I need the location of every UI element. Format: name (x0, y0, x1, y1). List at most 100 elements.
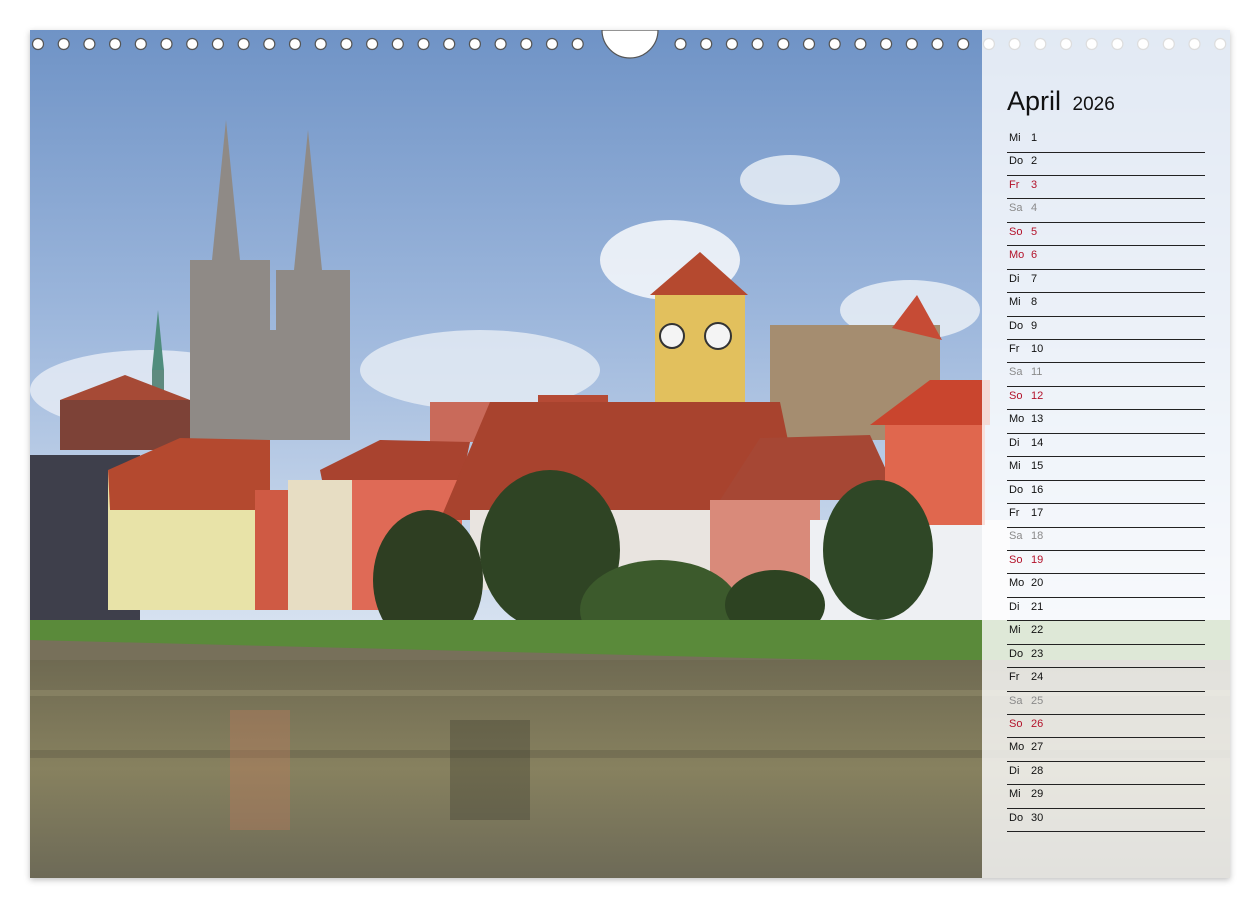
day-number: 1 (1031, 132, 1038, 144)
day-number: 15 (1031, 460, 1044, 473)
day-row: Mi 15 (1007, 459, 1205, 481)
day-row: Sa 18 (1007, 529, 1205, 551)
calendar-panel: April 2026 Mi 1 Do 2 Fr 3 Sa 4 So 5 Mo 6 Di 7 Mi 8 Do 9 Fr… (982, 30, 1230, 878)
binding-hole (57, 37, 70, 51)
binding-hole (391, 37, 404, 51)
binding-hole (31, 37, 45, 51)
day-row: Sa 25 (1007, 694, 1205, 716)
day-number: 6 (1031, 249, 1038, 262)
weekday-label: Fr (1009, 342, 1020, 355)
day-row: So 5 (1007, 225, 1205, 247)
weekday-label: Do (1009, 811, 1024, 824)
day-number: 5 (1031, 225, 1038, 238)
binding-hole (288, 37, 302, 51)
day-number: 26 (1031, 717, 1044, 730)
day-row: Mi 8 (1007, 295, 1205, 317)
weekday-label: Mi (1009, 296, 1021, 309)
day-row: Do 16 (1007, 483, 1205, 505)
weekday-label: Do (1009, 155, 1024, 168)
binding-hole (83, 37, 96, 51)
weekday-label: So (1009, 389, 1023, 402)
binding-hole (545, 37, 559, 51)
day-row: Mo 6 (1007, 248, 1205, 270)
binding-hole (751, 37, 764, 51)
weekday-label: Mi (1009, 132, 1021, 144)
day-row: Di 21 (1007, 600, 1205, 622)
binding-hole (777, 37, 790, 51)
day-row: So 26 (1007, 717, 1205, 739)
day-row: Mo 27 (1007, 740, 1205, 762)
binding-hole (108, 37, 122, 51)
day-row: Do 2 (1007, 154, 1205, 176)
binding-hole (700, 37, 713, 51)
day-number: 3 (1031, 178, 1038, 191)
weekday-label: Mo (1009, 249, 1025, 262)
day-number: 22 (1031, 624, 1044, 637)
day-list: Mi 1 Do 2 Fr 3 Sa 4 So 5 Mo 6 Di 7 Mi 8 Do 9 Fr 10 Sa 11 So 12 M… (1007, 131, 1205, 834)
day-number: 7 (1031, 272, 1038, 285)
binding-hole (854, 37, 867, 51)
day-row: Fr 24 (1007, 670, 1205, 692)
day-row: Sa 11 (1007, 365, 1205, 387)
day-number: 28 (1031, 764, 1044, 777)
binding-hole (905, 37, 918, 51)
hanger-notch (601, 30, 659, 59)
weekday-label: Di (1009, 272, 1020, 285)
day-row: So 12 (1007, 389, 1205, 411)
binding-hole (314, 37, 327, 51)
binding-hole (160, 37, 173, 51)
day-row: Do 23 (1007, 647, 1205, 669)
day-row: Fr 17 (1007, 506, 1205, 528)
day-number: 21 (1031, 600, 1044, 613)
weekday-label: Fr (1009, 671, 1020, 684)
day-number: 27 (1031, 741, 1044, 754)
weekday-label: Fr (1009, 507, 1020, 519)
day-row: So 19 (1007, 553, 1205, 575)
binding-hole (957, 37, 970, 51)
day-number: 30 (1031, 811, 1044, 824)
day-number: 11 (1031, 366, 1043, 379)
day-row: Mo 20 (1007, 576, 1205, 598)
binding-hole (263, 37, 276, 51)
weekday-label: So (1009, 225, 1023, 238)
weekday-label: Mo (1009, 741, 1025, 754)
day-number: 4 (1031, 202, 1038, 215)
day-row: Di 7 (1007, 272, 1205, 294)
day-number: 19 (1031, 553, 1044, 566)
binding-hole (931, 37, 944, 51)
binding-hole (879, 37, 893, 51)
day-number: 9 (1031, 319, 1038, 332)
day-row: Do 30 (1007, 811, 1205, 833)
binding-hole (134, 37, 147, 51)
binding-hole (520, 37, 533, 51)
weekday-label: So (1009, 717, 1023, 730)
weekday-label: Di (1009, 600, 1020, 613)
day-number: 13 (1031, 413, 1044, 426)
day-row: Mi 1 (1007, 131, 1205, 153)
day-number: 14 (1031, 436, 1044, 449)
weekday-label: Di (1009, 764, 1020, 777)
day-row: Di 28 (1007, 764, 1205, 786)
day-number: 20 (1031, 577, 1044, 590)
weekday-label: Sa (1009, 694, 1023, 707)
weekday-label: Do (1009, 319, 1024, 332)
weekday-label: Do (1009, 483, 1024, 496)
weekday-label: Sa (1009, 366, 1023, 379)
weekday-label: Mi (1009, 460, 1021, 473)
day-row: Mi 22 (1007, 623, 1205, 645)
binding-hole (366, 37, 379, 51)
weekday-label: Sa (1009, 530, 1023, 543)
day-number: 8 (1031, 296, 1038, 309)
weekday-label: Mi (1009, 624, 1021, 637)
day-number: 17 (1031, 507, 1044, 519)
weekday-label: Mo (1009, 577, 1025, 590)
day-row: Mi 29 (1007, 787, 1205, 809)
day-row: Di 14 (1007, 436, 1205, 458)
calendar-page: April 2026 Mi 1 Do 2 Fr 3 Sa 4 So 5 Mo 6 Di 7 Mi 8 Do 9 Fr… (30, 30, 1230, 878)
day-row: Sa 4 (1007, 201, 1205, 223)
binding-hole (674, 37, 687, 51)
weekday-label: Sa (1009, 202, 1023, 215)
day-row: Do 9 (1007, 319, 1205, 341)
binding-hole (340, 37, 353, 51)
binding-hole (571, 37, 584, 51)
